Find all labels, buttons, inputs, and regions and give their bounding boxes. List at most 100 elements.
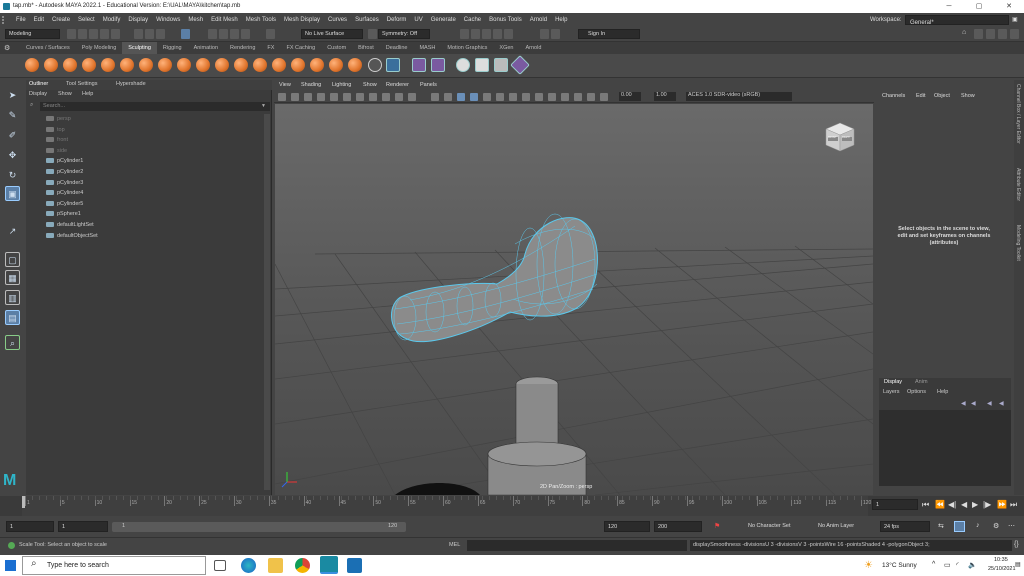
gamma-field[interactable]: 1.00 <box>654 92 676 101</box>
spray-tool-icon[interactable] <box>158 58 172 72</box>
view-cube[interactable]: FRONT RIGHT <box>823 120 857 154</box>
outliner-menu-help[interactable]: Help <box>82 91 93 97</box>
paint-select-tool-icon[interactable]: ✐ <box>5 128 20 143</box>
viewport-menu-show[interactable]: Show <box>363 82 377 88</box>
toggle-modeling-toolkit-icon[interactable] <box>974 29 983 39</box>
wax-tool-icon[interactable] <box>215 58 229 72</box>
outliner-item[interactable]: top <box>46 125 65 135</box>
network-icon[interactable]: ▭ <box>944 561 951 569</box>
outliner-layout-icon[interactable]: ▤ <box>5 310 20 325</box>
flatten-tool-icon[interactable] <box>120 58 134 72</box>
resolution-gate-icon[interactable] <box>356 93 364 101</box>
media-app-icon[interactable] <box>347 558 362 573</box>
mel-label[interactable]: MEL <box>449 542 460 548</box>
snap-point-icon[interactable] <box>230 29 239 39</box>
outliner-item[interactable]: persp <box>46 114 71 124</box>
menu-generate[interactable]: Generate <box>427 13 460 27</box>
last-tool-icon[interactable]: ↗ <box>5 224 20 239</box>
menu-bonus-tools[interactable]: Bonus Tools <box>485 13 526 27</box>
cached-playback-icon[interactable] <box>954 521 965 532</box>
ambient-occlusion-icon[interactable] <box>509 93 517 101</box>
menu-mesh-tools[interactable]: Mesh Tools <box>242 13 280 27</box>
menu-edit[interactable]: Edit <box>30 13 48 27</box>
menu-tearoff-icon[interactable] <box>2 16 8 24</box>
outliner-menu-display[interactable]: Display <box>29 91 47 97</box>
viewport-menu-lighting[interactable]: Lighting <box>332 82 351 88</box>
menu-mesh-display[interactable]: Mesh Display <box>280 13 324 27</box>
new-layer-icon[interactable]: ◀ <box>961 400 966 407</box>
sculpt-geometry-icon[interactable] <box>456 58 470 72</box>
animation-prefs-icon[interactable]: ⚙ <box>993 522 999 530</box>
shelf-tab-custom[interactable]: Custom <box>321 42 352 54</box>
layer-menu-options[interactable]: Options <box>907 389 926 395</box>
channel-box-menu-show[interactable]: Show <box>961 93 975 99</box>
search-icon[interactable]: ⌕ <box>5 335 20 350</box>
tap-handle-mesh[interactable] <box>391 213 598 343</box>
bookmarks-icon[interactable] <box>304 93 312 101</box>
use-lights-icon[interactable] <box>483 93 491 101</box>
layer-menu-layers[interactable]: Layers <box>883 389 900 395</box>
viewport-menu-shading[interactable]: Shading <box>301 82 321 88</box>
go-to-start-icon[interactable]: ⏮ <box>922 500 929 510</box>
step-back-frame-icon[interactable]: ◀| <box>948 500 956 509</box>
render-settings-icon[interactable] <box>482 29 491 39</box>
start-icon[interactable] <box>5 560 16 571</box>
knife-tool-icon[interactable] <box>272 58 286 72</box>
viewport-menu-panels[interactable]: Panels <box>420 82 437 88</box>
outliner-item[interactable]: front <box>46 135 68 145</box>
outliner-item[interactable]: pCylinder2 <box>46 167 83 177</box>
save-scene-icon[interactable] <box>89 29 98 39</box>
clock-time[interactable]: 10:35 <box>994 557 1008 563</box>
edge-icon[interactable] <box>241 558 256 573</box>
shelf-tab-arnold[interactable]: Arnold <box>519 42 547 54</box>
scale-tool-icon[interactable]: ▣ <box>5 186 20 201</box>
imprint-tool-icon[interactable] <box>196 58 210 72</box>
time-slider[interactable]: 1 5 10 15 20 25 30 35 40 45 50 55 60 65 70 75 80 85 90 95 10… <box>0 496 1024 516</box>
viewport-menu-view[interactable]: View <box>279 82 291 88</box>
anti-aliasing-icon[interactable] <box>535 93 543 101</box>
textured-icon[interactable] <box>470 93 478 101</box>
shelf-tab-fx[interactable]: FX <box>261 42 280 54</box>
search-dropdown-icon[interactable]: ▼ <box>261 103 266 109</box>
toggle-tool-settings-icon[interactable] <box>998 29 1007 39</box>
ipr-render-icon[interactable] <box>471 29 480 39</box>
menu-display[interactable]: Display <box>124 13 152 27</box>
menu-surfaces[interactable]: Surfaces <box>351 13 383 27</box>
sculpt-tool-icon[interactable] <box>25 58 39 72</box>
chrome-icon[interactable] <box>295 558 310 573</box>
play-backwards-icon[interactable]: ◀ <box>961 500 967 509</box>
xray-components-icon[interactable] <box>587 93 595 101</box>
blend-shape-icon[interactable] <box>412 58 426 72</box>
command-input[interactable] <box>467 540 687 551</box>
select-tool-icon[interactable]: ➤ <box>5 88 20 103</box>
snap-view-plane-icon[interactable] <box>241 29 250 39</box>
uv-grid-icon[interactable] <box>386 58 400 72</box>
perspective-view[interactable]: FRONT RIGHT 2D Pan/Zoom : persp <box>275 104 873 495</box>
undo-icon[interactable] <box>100 29 109 39</box>
foamy-tool-icon[interactable] <box>139 58 153 72</box>
tray-chevron-icon[interactable]: ^ <box>932 561 935 568</box>
side-tab-channel-box[interactable]: Channel Box / Layer Editor <box>1015 84 1021 144</box>
side-tab-modeling-toolkit[interactable]: Modeling Toolkit <box>1015 225 1021 261</box>
toggle-panel-icon[interactable] <box>540 29 549 39</box>
single-perspective-layout-icon[interactable]: ▢ <box>5 252 20 267</box>
safe-title-icon[interactable] <box>408 93 416 101</box>
create-layer-icon[interactable]: ◀ <box>999 400 1004 407</box>
play-forwards-icon[interactable]: ▶ <box>972 500 978 509</box>
symmetry-dropdown[interactable]: Symmetry: Off <box>378 29 430 39</box>
fill-tool-icon[interactable] <box>253 58 267 72</box>
xray-joints-icon[interactable] <box>574 93 582 101</box>
shelf-tab-fx-caching[interactable]: FX Caching <box>280 42 321 54</box>
fps-dropdown[interactable]: 24 fps <box>880 521 930 532</box>
layer-list[interactable] <box>879 410 1011 486</box>
smear-tool-icon[interactable] <box>291 58 305 72</box>
amplify-tool-icon[interactable] <box>329 58 343 72</box>
workspace-lock-icon[interactable]: ▣ <box>1012 13 1018 27</box>
shelf-tab-animation[interactable]: Animation <box>188 42 224 54</box>
outliner-item[interactable]: pCylinder5 <box>46 199 83 209</box>
new-scene-icon[interactable] <box>67 29 76 39</box>
motion-blur-icon[interactable] <box>522 93 530 101</box>
scrape-tool-icon[interactable] <box>234 58 248 72</box>
menu-uv[interactable]: UV <box>410 13 426 27</box>
menu-windows[interactable]: Windows <box>152 13 184 27</box>
